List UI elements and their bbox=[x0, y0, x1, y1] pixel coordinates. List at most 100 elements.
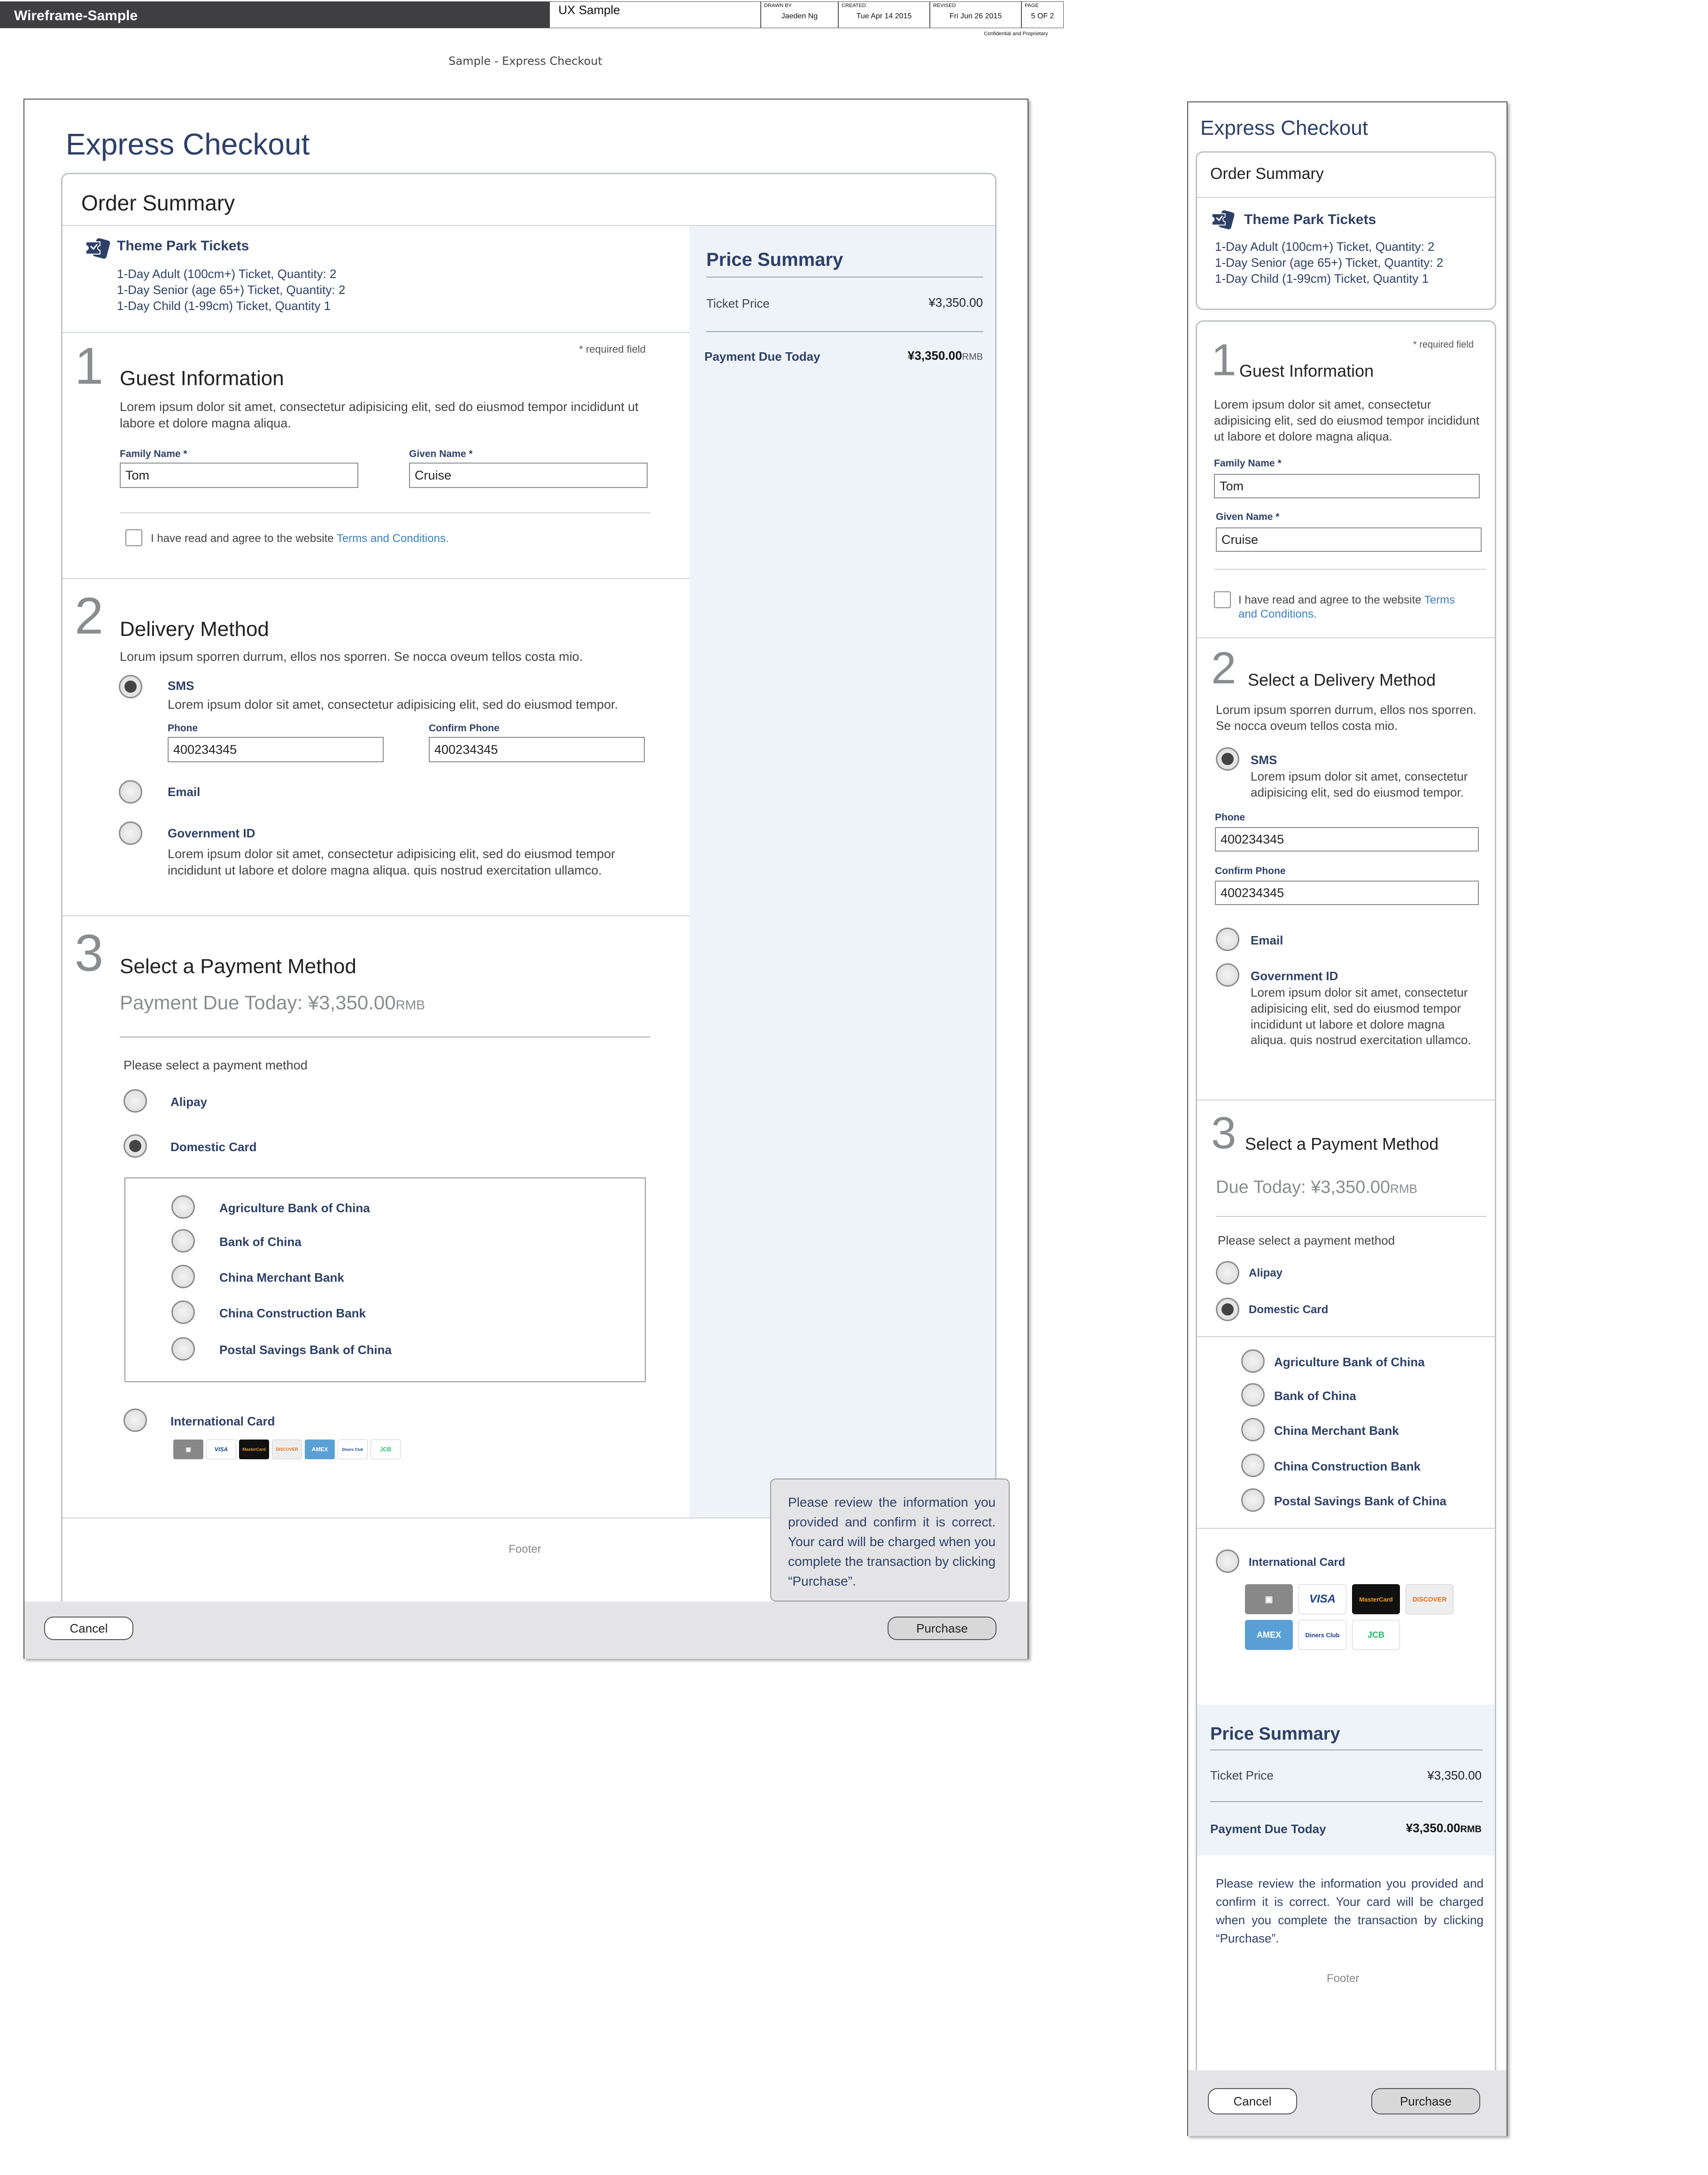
payment-due-value: ¥3,350.00RMB bbox=[907, 348, 983, 363]
alipay-radio[interactable] bbox=[124, 1089, 147, 1113]
terms-text: I have read and agree to the website Ter… bbox=[151, 532, 449, 545]
bank-radio[interactable] bbox=[1241, 1418, 1265, 1441]
bank-radio[interactable] bbox=[1241, 1454, 1265, 1477]
bank-radio[interactable] bbox=[171, 1195, 195, 1219]
ticket-price-value: ¥3,350.00 bbox=[1427, 1768, 1482, 1782]
alipay-radio[interactable] bbox=[1216, 1261, 1239, 1285]
email-radio[interactable] bbox=[119, 780, 142, 804]
order-line: 1-Day Senior (age 65+) Ticket, Quantity:… bbox=[117, 282, 346, 297]
order-line: 1-Day Child (1-99cm) Ticket, Quantity 1 bbox=[1215, 271, 1429, 286]
step-number: 1 bbox=[1211, 335, 1237, 385]
divider bbox=[706, 277, 983, 278]
radio-label: Alipay bbox=[170, 1095, 208, 1109]
section-title: Select a Delivery Method bbox=[1248, 670, 1436, 689]
card-logos: ▣ VISA MasterCard DISCOVER AMEX Diners C… bbox=[1245, 1584, 1461, 1650]
sms-radio[interactable] bbox=[1216, 747, 1239, 771]
radio-label: Domestic Card bbox=[1249, 1303, 1329, 1316]
page-title: Express Checkout bbox=[1200, 116, 1368, 139]
section-desc: Lorem ipsum dolor sit amet, consectetur … bbox=[120, 400, 639, 431]
government-id-radio[interactable] bbox=[1216, 963, 1239, 987]
amex-icon: AMEX bbox=[305, 1440, 335, 1459]
amex-icon: AMEX bbox=[1245, 1620, 1293, 1650]
family-name-input[interactable] bbox=[1214, 474, 1480, 498]
purchase-button[interactable]: Purchase bbox=[888, 1617, 997, 1640]
terms-checkbox[interactable] bbox=[125, 529, 142, 546]
card-logos: ▣ VISA MasterCard DISCOVER AMEX Diners C… bbox=[173, 1440, 401, 1459]
phone-input[interactable] bbox=[168, 737, 384, 762]
bank-label: China Construction Bank bbox=[219, 1306, 366, 1320]
payment-due-label: Payment Due Today bbox=[1210, 1822, 1326, 1836]
doc-subtitle: Sample - Express Checkout bbox=[448, 54, 603, 68]
bank-radio[interactable] bbox=[1241, 1488, 1265, 1512]
cancel-button[interactable]: Cancel bbox=[44, 1617, 133, 1640]
bank-radio[interactable] bbox=[1241, 1383, 1265, 1407]
bank-radio[interactable] bbox=[171, 1265, 195, 1288]
ticket-icon bbox=[85, 238, 111, 260]
doc-cell: UX Sample bbox=[549, 1, 761, 28]
international-card-radio[interactable] bbox=[1216, 1549, 1239, 1573]
terms-link[interactable]: Terms bbox=[1424, 594, 1455, 606]
mastercard-icon: MasterCard bbox=[239, 1440, 269, 1459]
phone-input[interactable] bbox=[1215, 827, 1479, 851]
bank-radio[interactable] bbox=[1241, 1349, 1265, 1373]
section-desc: Lorem ipsum dolor sit amet, consectetur … bbox=[1214, 397, 1480, 443]
order-summary-box: Order Summary Theme Park Tickets 1-Day A… bbox=[1196, 151, 1496, 310]
given-name-input[interactable] bbox=[409, 463, 648, 488]
radio-label: Government ID bbox=[1251, 969, 1338, 983]
section-title: Select a Payment Method bbox=[1245, 1134, 1439, 1153]
page-cell: PAGE 5 OF 2 bbox=[1021, 1, 1064, 28]
bank-label: Bank of China bbox=[1274, 1389, 1356, 1403]
government-id-radio[interactable] bbox=[119, 821, 142, 845]
bank-radio[interactable] bbox=[171, 1229, 195, 1253]
ticket-price-label: Ticket Price bbox=[706, 296, 770, 310]
radio-label: International Card bbox=[170, 1414, 275, 1428]
international-card-radio[interactable] bbox=[124, 1409, 147, 1432]
terms-checkbox[interactable] bbox=[1214, 591, 1231, 608]
field-label: Family Name * bbox=[1214, 458, 1282, 469]
order-lines: 1-Day Adult (100cm+) Ticket, Quantity: 2… bbox=[1215, 239, 1443, 286]
review-notice: Please review the information you provid… bbox=[1216, 1876, 1484, 1945]
ticket-icon bbox=[1211, 210, 1236, 231]
confirm-phone-input[interactable] bbox=[1215, 881, 1479, 905]
generic-card-icon: ▣ bbox=[1245, 1584, 1293, 1614]
product-name: Theme Park Tickets bbox=[1244, 212, 1376, 227]
mastercard-icon: MasterCard bbox=[1352, 1584, 1400, 1614]
ticket-price-value: ¥3,350.00 bbox=[928, 295, 983, 310]
bank-radio[interactable] bbox=[171, 1337, 195, 1361]
radio-label: SMS bbox=[168, 679, 194, 693]
divider bbox=[1197, 1528, 1495, 1529]
discover-icon: DISCOVER bbox=[272, 1440, 302, 1459]
email-radio[interactable] bbox=[1216, 928, 1239, 951]
terms-link[interactable]: Terms and Conditions. bbox=[337, 532, 449, 545]
sms-radio[interactable] bbox=[119, 675, 142, 698]
sms-desc: Lorem ipsum dolor sit amet, consectetur … bbox=[1251, 769, 1468, 799]
payment-due-heading: Payment Due Today: ¥3,350.00RMB bbox=[120, 991, 425, 1014]
price-summary-title: Price Summary bbox=[706, 249, 843, 270]
domestic-card-radio[interactable] bbox=[124, 1134, 147, 1158]
bank-list: Agriculture Bank of China Bank of China … bbox=[124, 1177, 646, 1382]
cancel-button[interactable]: Cancel bbox=[1208, 2088, 1297, 2114]
desktop-frame: Express Checkout Order Summary Price Sum… bbox=[23, 99, 1028, 1659]
radio-label: Email bbox=[1251, 933, 1283, 947]
diners-club-icon: Diners Club bbox=[1298, 1620, 1346, 1650]
bank-radio[interactable] bbox=[171, 1300, 195, 1324]
given-name-input[interactable] bbox=[1216, 527, 1482, 552]
divider bbox=[1210, 1801, 1483, 1802]
step-number: 1 bbox=[75, 337, 104, 395]
checkout-panel: Order Summary Price Summary Ticket Price… bbox=[61, 173, 997, 1629]
payment-prompt: Please select a payment method bbox=[1218, 1233, 1395, 1247]
terms-text: I have read and agree to the website Ter… bbox=[1238, 594, 1455, 620]
domestic-card-radio[interactable] bbox=[1216, 1298, 1239, 1321]
terms-link[interactable]: and Conditions. bbox=[1238, 608, 1317, 620]
price-summary-title: Price Summary bbox=[1210, 1724, 1340, 1744]
step-number: 3 bbox=[1211, 1108, 1237, 1158]
mobile-frame: Express Checkout Order Summary Theme Par… bbox=[1187, 101, 1507, 2136]
divider bbox=[1197, 1099, 1495, 1100]
bank-label: Agriculture Bank of China bbox=[219, 1201, 370, 1215]
purchase-button[interactable]: Purchase bbox=[1371, 2088, 1480, 2114]
generic-card-icon: ▣ bbox=[173, 1440, 203, 1459]
field-label: Confirm Phone bbox=[429, 723, 500, 734]
review-callout: Please review the information you provid… bbox=[770, 1478, 1010, 1602]
family-name-input[interactable] bbox=[120, 463, 358, 488]
confirm-phone-input[interactable] bbox=[429, 737, 645, 762]
